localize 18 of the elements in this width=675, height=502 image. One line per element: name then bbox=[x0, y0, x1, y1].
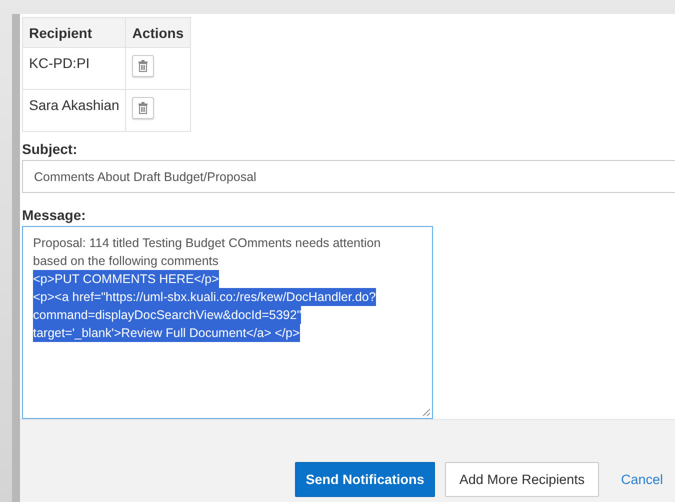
column-header: Recipient bbox=[22, 18, 126, 48]
action-button[interactable]: Add More Recipients bbox=[445, 462, 599, 497]
delete-button[interactable] bbox=[132, 97, 154, 119]
table-cell: Sara Akashian bbox=[22, 90, 126, 132]
message-line: Proposal: 114 titled Testing Budget COmments needs attention bbox=[33, 235, 381, 252]
trash-icon bbox=[138, 102, 148, 114]
message-line: based on the following comments bbox=[33, 253, 219, 270]
action-button[interactable]: Send Notifications bbox=[295, 462, 435, 497]
column-header: Actions bbox=[126, 18, 190, 48]
table-cell: KC-PD:PI bbox=[22, 48, 126, 90]
subject-label: Subject: bbox=[22, 141, 78, 157]
trash-icon bbox=[138, 60, 148, 72]
delete-button[interactable] bbox=[132, 55, 154, 77]
cancel-link[interactable]: Cancel bbox=[621, 462, 664, 497]
subject-field[interactable]: Comments About Draft Budget/Proposal bbox=[22, 160, 675, 193]
message-label: Message: bbox=[22, 207, 87, 223]
resize-handle-icon[interactable] bbox=[422, 408, 430, 416]
message-field[interactable] bbox=[22, 226, 433, 419]
